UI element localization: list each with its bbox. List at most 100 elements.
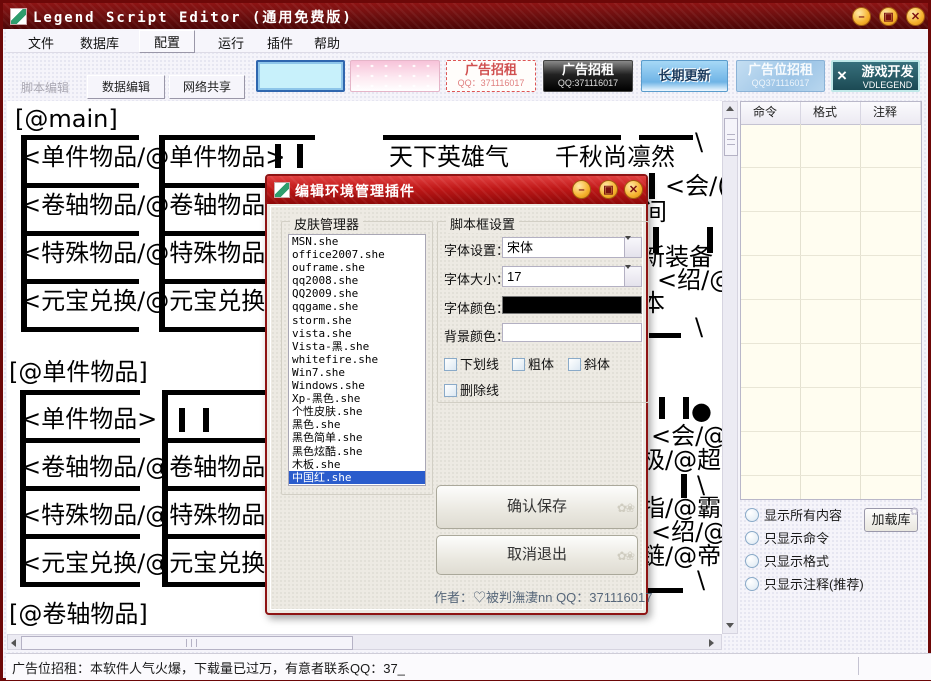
skin-item[interactable]: 黑色简单.she <box>289 431 425 444</box>
confirm-save-button[interactable]: 确认保存 <box>436 485 638 529</box>
skin-item[interactable]: Vista-黑.she <box>289 340 425 353</box>
radio-icon[interactable] <box>745 531 759 545</box>
menu-help[interactable]: 帮助 <box>310 32 344 53</box>
vertical-scroll-thumb[interactable] <box>724 118 738 156</box>
font-color-label: 字体颜色： <box>444 298 509 317</box>
checkbox-icon[interactable] <box>512 358 525 371</box>
dialog-body: 皮肤管理器 MSN.sheoffice2007.sheouframe.sheqq… <box>270 206 643 610</box>
chevron-down-icon[interactable] <box>624 238 641 257</box>
skin-list[interactable]: MSN.sheoffice2007.sheouframe.sheqq2008.s… <box>288 234 426 486</box>
settings-group-label: 脚本框设置 <box>446 214 519 233</box>
editor-text: <单件物品> <box>21 406 157 432</box>
skin-item[interactable]: 中国红.she <box>289 471 425 484</box>
radio-label: 只显示格式 <box>764 554 829 569</box>
radio-label: 只显示注释(推荐) <box>764 577 864 592</box>
skin-item[interactable]: 黑色.she <box>289 418 425 431</box>
font-label: 字体设置： <box>444 240 509 259</box>
banner-preview[interactable] <box>256 60 345 92</box>
skin-item[interactable]: qqgame.she <box>289 300 425 313</box>
checkbox-2[interactable]: 斜体 <box>568 354 610 373</box>
editor-rule <box>639 135 693 140</box>
menu-file[interactable]: 文件 <box>24 32 58 53</box>
skin-item[interactable]: QQ2009.she <box>289 287 425 300</box>
app-icon <box>10 8 27 25</box>
menu-config[interactable]: 配置 <box>139 30 195 53</box>
bg-color-label: 背景颜色： <box>444 326 509 345</box>
radio-icon[interactable] <box>745 508 759 522</box>
dialog-maximize-button[interactable]: ▣ <box>599 180 618 199</box>
checkbox-icon[interactable] <box>444 358 457 371</box>
load-library-button[interactable]: 加载库 <box>864 508 918 532</box>
skin-item[interactable]: whitefire.she <box>289 353 425 366</box>
cancel-exit-button[interactable]: 取消退出 <box>436 535 638 575</box>
editor-text: 天下英雄气 <box>389 144 509 170</box>
skin-manager-group: 皮肤管理器 MSN.sheoffice2007.sheouframe.sheqq… <box>281 221 433 495</box>
banner-sky[interactable]: 长期更新 <box>641 60 728 92</box>
maximize-button[interactable]: ▣ <box>879 7 898 26</box>
app-window: Legend Script Editor (通用免费版) – ▣ ✕ 文件 数据… <box>0 0 931 681</box>
skin-item[interactable]: ouframe.she <box>289 261 425 274</box>
skin-item[interactable]: qq2008.she <box>289 274 425 287</box>
checkbox-label: 删除线 <box>460 383 499 398</box>
skin-item[interactable]: Xp-黑色.she <box>289 392 425 405</box>
size-select[interactable]: 17 <box>502 266 642 287</box>
dialog-minimize-button[interactable]: – <box>572 180 591 199</box>
radio-0[interactable]: 显示所有内容 <box>745 508 842 528</box>
command-table-body[interactable] <box>741 124 921 499</box>
checkbox-1[interactable]: 粗体 <box>512 354 554 373</box>
skin-item[interactable]: office2007.she <box>289 248 425 261</box>
font-color-swatch[interactable] <box>502 296 642 314</box>
tab-data-edit[interactable]: 数据编辑 <box>87 75 165 99</box>
editor-rule <box>21 183 139 188</box>
bg-color-input[interactable] <box>502 323 642 342</box>
editor-rule <box>162 486 270 491</box>
minimize-button[interactable]: – <box>852 7 871 26</box>
chevron-down-icon[interactable] <box>624 267 641 286</box>
editor-rule <box>659 397 665 419</box>
skin-item[interactable]: storm.she <box>289 314 425 327</box>
dialog-close-button[interactable]: ✕ <box>624 180 643 199</box>
radio-icon[interactable] <box>745 554 759 568</box>
menu-plugin[interactable]: 插件 <box>263 32 297 53</box>
radio-3[interactable]: 只显示注释(推荐) <box>745 577 864 597</box>
column-header: 命令 <box>741 102 801 124</box>
menu-database[interactable]: 数据库 <box>76 32 123 53</box>
tab-network-share[interactable]: 网络共享 <box>169 75 245 99</box>
scroll-down-icon[interactable] <box>724 619 736 631</box>
skin-item[interactable]: 黑色炫酷.she <box>289 445 425 458</box>
radio-2[interactable]: 只显示格式 <box>745 554 829 574</box>
radio-1[interactable]: 只显示命令 <box>745 531 829 551</box>
skin-item[interactable]: MSN.she <box>289 235 425 248</box>
editor-rule <box>683 397 689 419</box>
menu-run[interactable]: 运行 <box>214 32 248 53</box>
scroll-right-icon[interactable] <box>705 636 717 648</box>
editor-rule <box>20 486 140 491</box>
skin-item[interactable]: 个性皮肤.she <box>289 405 425 418</box>
checkbox-0[interactable]: 下划线 <box>444 354 499 373</box>
banner-reddash[interactable]: 广告招租QQ：371116017 <box>446 60 536 92</box>
editor-text: ● <box>691 398 712 424</box>
editor-horizontal-scrollbar[interactable] <box>7 634 722 650</box>
swords-icon: × <box>837 66 847 86</box>
horizontal-scroll-thumb[interactable] <box>21 636 353 650</box>
checkbox-icon[interactable] <box>444 384 457 397</box>
close-button[interactable]: ✕ <box>906 7 925 26</box>
skin-item[interactable]: 木板.she <box>289 458 425 471</box>
font-select[interactable]: 宋体 <box>502 237 642 258</box>
radio-icon[interactable] <box>745 577 759 591</box>
scroll-up-icon[interactable] <box>724 103 736 115</box>
skin-item[interactable]: Win7.she <box>289 366 425 379</box>
banner-lblue[interactable]: 广告位招租QQ371116017 <box>736 60 825 92</box>
skin-item[interactable]: vista.she <box>289 327 425 340</box>
banner-teal[interactable]: ×游戏开发VDLEGEND <box>831 60 920 92</box>
editor-vertical-scrollbar[interactable] <box>722 101 738 634</box>
skin-item[interactable]: Windows.she <box>289 379 425 392</box>
tab-script-edit: 脚本编辑 <box>13 77 77 99</box>
command-table-header: 命令格式注释 <box>741 102 921 125</box>
banner-pink[interactable] <box>350 60 440 92</box>
scroll-left-icon[interactable] <box>8 636 20 648</box>
checkbox-icon[interactable] <box>568 358 581 371</box>
checkbox-3[interactable]: 删除线 <box>444 380 499 399</box>
status-divider <box>858 657 859 675</box>
banner-dark[interactable]: 广告招租QQ:371116017 <box>543 60 633 92</box>
